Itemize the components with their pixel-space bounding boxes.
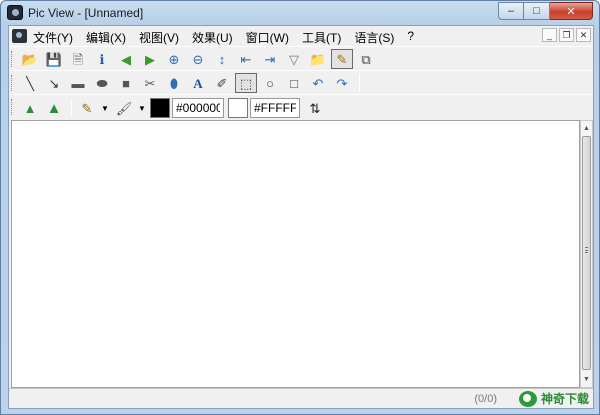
menu-tools[interactable]: 工具(T) [302, 29, 341, 46]
eyedropper-icon[interactable]: ✐ [211, 73, 233, 93]
menu-file[interactable]: 文件(Y) [33, 29, 73, 46]
next-icon[interactable]: ▶ [139, 49, 161, 69]
toolbar-grip[interactable] [11, 99, 14, 115]
filter-icon[interactable]: ▽ [283, 49, 305, 69]
zoom-in-icon[interactable]: ⊕ [163, 49, 185, 69]
swap-colors-icon[interactable]: ⇅ [304, 98, 326, 118]
mdi-buttons: _ ❐ ✕ [540, 28, 591, 42]
draw-tools: ╲ ↘ ▬ ⬬ ■ ✂ ⬮ A ✐ ⬚ ○ □ ↶ ↷ [19, 73, 364, 93]
chevron-down-icon[interactable]: ▼ [137, 98, 147, 118]
filled-rounded-rectangle-icon[interactable]: ■ [115, 73, 137, 93]
redo-icon[interactable]: ↷ [331, 73, 353, 93]
main-tools: 📂 💾 🗎 ℹ ◀ ▶ ⊕ ⊖ ↕ ⇤ ⇥ ▽ 📁 ✎ ⧉ [19, 49, 379, 69]
grip-icon [585, 247, 588, 253]
client-area: 文件(Y) 编辑(X) 视图(V) 效果(U) 窗口(W) 工具(T) 语言(S… [8, 25, 594, 409]
vertical-scrollbar[interactable]: ▲ ▼ [580, 120, 593, 388]
chevron-down-icon[interactable]: ▼ [100, 98, 110, 118]
fit-right-icon[interactable]: ⇥ [259, 49, 281, 69]
minimize-button[interactable]: – [498, 2, 524, 20]
fill-bucket-icon[interactable]: ⬮ [163, 73, 185, 93]
image-count: (0/0) [474, 393, 497, 405]
menu-items: 文件(Y) 编辑(X) 视图(V) 效果(U) 窗口(W) 工具(T) 语言(S… [33, 29, 427, 46]
filled-rectangle-icon[interactable]: ▬ [67, 73, 89, 93]
text-icon[interactable]: A [187, 73, 209, 93]
title-bar[interactable]: Pic View - [Unnamed] – □ ✕ [1, 1, 599, 24]
rectangle-icon[interactable]: □ [283, 73, 305, 93]
main-toolbar: 📂 💾 🗎 ℹ ◀ ▶ ⊕ ⊖ ↕ ⇤ ⇥ ▽ 📁 ✎ ⧉ [9, 46, 593, 70]
scroll-down-arrow-icon[interactable]: ▼ [581, 373, 592, 386]
mdi-close-button[interactable]: ✕ [576, 28, 591, 42]
zoom-out-icon[interactable]: ⊖ [187, 49, 209, 69]
previous-icon[interactable]: ◀ [115, 49, 137, 69]
app-icon[interactable] [7, 5, 23, 20]
menu-bar: 文件(Y) 编辑(X) 视图(V) 效果(U) 窗口(W) 工具(T) 语言(S… [9, 26, 593, 46]
folder-icon[interactable]: 📁 [307, 49, 329, 69]
mountain-small-icon[interactable]: ▲ [19, 98, 41, 118]
toolbar-grip[interactable] [11, 51, 14, 67]
ellipse-icon[interactable]: ○ [259, 73, 281, 93]
menu-help[interactable]: ? [407, 29, 414, 46]
window-title: Pic View - [Unnamed] [28, 6, 144, 20]
edit-mode-icon[interactable]: ✎ [331, 49, 353, 69]
color-tools: ▲ ▲ ✎ ▼ 🖌 ▼ ⇅ [19, 98, 328, 118]
status-bar: (0/0) 神奇下载 [9, 388, 593, 408]
watermark-logo-icon [518, 390, 537, 407]
color-toolbar: ▲ ▲ ✎ ▼ 🖌 ▼ ⇅ [9, 94, 593, 120]
menu-effects[interactable]: 效果(U) [192, 29, 233, 46]
save-icon[interactable]: 💾 [43, 49, 65, 69]
mdi-restore-button[interactable]: ❐ [559, 28, 574, 42]
pencil-icon[interactable]: ✎ [76, 98, 98, 118]
toolbar-grip[interactable] [11, 75, 14, 91]
undo-icon[interactable]: ↶ [307, 73, 329, 93]
menu-language[interactable]: 语言(S) [354, 29, 394, 46]
mountain-large-icon[interactable]: ▲ [43, 98, 65, 118]
watermark: 神奇下载 [518, 389, 589, 408]
filled-ellipse-icon[interactable]: ⬬ [91, 73, 113, 93]
document-icon[interactable] [12, 29, 27, 43]
maximize-button[interactable]: □ [524, 2, 550, 20]
background-color-swatch[interactable] [228, 98, 248, 118]
scroll-up-arrow-icon[interactable]: ▲ [581, 122, 592, 135]
caption-buttons: – □ ✕ [498, 2, 593, 20]
draw-toolbar: ╲ ↘ ▬ ⬬ ■ ✂ ⬮ A ✐ ⬚ ○ □ ↶ ↷ [9, 70, 593, 94]
toolbar-separator [71, 99, 72, 117]
open-folder-icon[interactable]: 📂 [19, 49, 41, 69]
menu-view[interactable]: 视图(V) [139, 29, 179, 46]
print-preview-icon[interactable]: 🗎 [67, 49, 89, 69]
close-button[interactable]: ✕ [550, 2, 593, 20]
rectangle-select-icon[interactable]: ⬚ [235, 73, 257, 93]
mdi-minimize-button[interactable]: _ [542, 28, 557, 42]
foreground-color-swatch[interactable] [150, 98, 170, 118]
info-icon[interactable]: ℹ [91, 49, 113, 69]
line-icon[interactable]: ╲ [19, 73, 41, 93]
toolbar-separator [359, 74, 360, 92]
arrow-line-icon[interactable]: ↘ [43, 73, 65, 93]
background-color-field[interactable] [250, 98, 300, 118]
brush-icon[interactable]: 🖌 [113, 98, 135, 118]
menu-window[interactable]: 窗口(W) [246, 29, 289, 46]
image-canvas[interactable] [11, 120, 580, 388]
scrollbar-thumb[interactable] [582, 136, 591, 370]
app-window: Pic View - [Unnamed] – □ ✕ 文件(Y) 编辑(X) 视… [0, 0, 600, 415]
magic-wand-icon[interactable]: ✂ [139, 73, 161, 93]
menu-edit[interactable]: 编辑(X) [86, 29, 126, 46]
windows-icon[interactable]: ⧉ [355, 49, 377, 69]
foreground-color-field[interactable] [172, 98, 224, 118]
fit-left-icon[interactable]: ⇤ [235, 49, 257, 69]
watermark-text: 神奇下载 [540, 392, 589, 406]
fit-height-icon[interactable]: ↕ [211, 49, 233, 69]
